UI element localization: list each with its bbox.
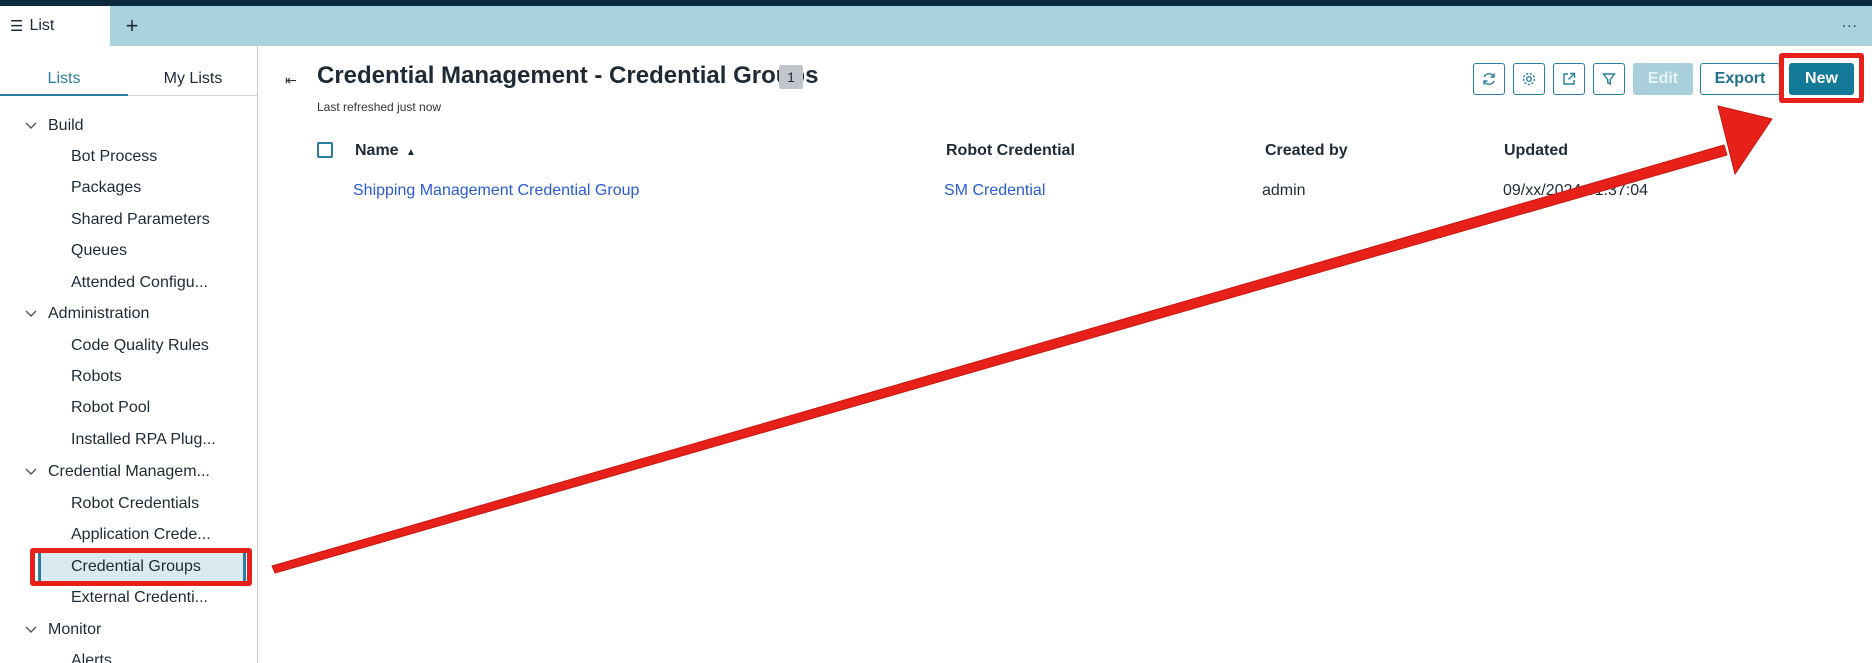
tree-item-robots[interactable]: Robots xyxy=(0,362,257,392)
table-header: Name ▲ Robot Credential Created by Updat… xyxy=(259,136,1872,166)
tab-my-lists[interactable]: My Lists xyxy=(128,66,257,96)
sidebar-tabs: Lists My Lists xyxy=(0,66,257,96)
tree-section-label: Credential Managem... xyxy=(48,463,210,480)
select-all-checkbox[interactable] xyxy=(317,142,333,158)
page-title: Credential Management - Credential Group… xyxy=(317,62,819,89)
tab-label: List xyxy=(29,17,55,34)
main-content: ⇤ Credential Management - Credential Gro… xyxy=(259,46,1872,663)
tab-lists[interactable]: Lists xyxy=(0,66,128,96)
tree-item-robot-credentials[interactable]: Robot Credentials xyxy=(0,489,257,519)
highlight-box-credential-groups xyxy=(30,548,252,586)
tree-item-packages[interactable]: Packages xyxy=(0,173,257,203)
column-label: Name xyxy=(355,142,399,159)
tree-item-shared-parameters[interactable]: Shared Parameters xyxy=(0,205,257,235)
highlight-box-new-button xyxy=(1779,53,1864,103)
tree-section-credential-management[interactable]: Credential Managem... xyxy=(0,457,257,487)
tab-bar xyxy=(0,6,1872,46)
column-header-created-by[interactable]: Created by xyxy=(1265,136,1348,166)
tree-item-code-quality-rules[interactable]: Code Quality Rules xyxy=(0,331,257,361)
tree-item-queues[interactable]: Queues xyxy=(0,236,257,266)
tree-item-external-credentials[interactable]: External Credenti... xyxy=(0,583,257,613)
tree-section-label: Monitor xyxy=(48,621,102,638)
tree-section-label: Administration xyxy=(48,305,150,322)
tree-section-administration[interactable]: Administration xyxy=(0,299,257,329)
share-button[interactable] xyxy=(1553,63,1585,95)
tree-item-robot-pool[interactable]: Robot Pool xyxy=(0,393,257,423)
edit-button[interactable]: Edit xyxy=(1633,63,1693,95)
chevron-down-icon xyxy=(25,626,37,633)
filter-icon xyxy=(1602,73,1616,86)
chevron-down-icon xyxy=(25,310,37,317)
column-header-name[interactable]: Name ▲ xyxy=(355,136,416,166)
tree-item-bot-process[interactable]: Bot Process xyxy=(0,142,257,172)
more-icon[interactable]: ... xyxy=(1842,14,1858,32)
table-row[interactable]: Shipping Management Credential Group SM … xyxy=(259,176,1872,206)
cell-name-link[interactable]: Shipping Management Credential Group xyxy=(353,176,639,206)
last-refreshed-text: Last refreshed just now xyxy=(317,100,442,114)
column-header-robot-credential[interactable]: Robot Credential xyxy=(946,136,1075,166)
tree-section-label: Build xyxy=(48,117,84,134)
tab-list[interactable]: ☰ List xyxy=(0,6,110,46)
cell-created-by: admin xyxy=(1262,182,1306,199)
filter-button[interactable] xyxy=(1593,63,1625,95)
count-badge: 1 xyxy=(779,65,803,89)
chevron-down-icon xyxy=(25,468,37,475)
column-header-updated[interactable]: Updated xyxy=(1504,136,1568,166)
add-tab-button[interactable]: + xyxy=(120,14,144,38)
sort-asc-icon: ▲ xyxy=(406,147,416,158)
chevron-down-icon xyxy=(25,122,37,129)
settings-icon xyxy=(1522,72,1536,86)
tree-item-installed-rpa-plugins[interactable]: Installed RPA Plug... xyxy=(0,425,257,455)
export-button[interactable]: Export xyxy=(1700,63,1780,95)
tree-section-build[interactable]: Build xyxy=(0,111,257,141)
tree-item-application-credentials[interactable]: Application Crede... xyxy=(0,520,257,550)
cell-updated: 09/xx/2024 01:37:04 xyxy=(1503,182,1649,199)
collapse-sidebar-icon[interactable]: ⇤ xyxy=(285,72,297,89)
tree-item-attended-configuration[interactable]: Attended Configu... xyxy=(0,268,257,298)
tree-item-alerts[interactable]: Alerts xyxy=(0,646,257,663)
hamburger-icon: ☰ xyxy=(10,18,24,35)
refresh-icon xyxy=(1483,73,1495,85)
settings-button[interactable] xyxy=(1513,63,1545,95)
tree-section-monitor[interactable]: Monitor xyxy=(0,615,257,645)
share-icon xyxy=(1563,72,1576,85)
refresh-button[interactable] xyxy=(1473,63,1505,95)
cell-robot-credential-link[interactable]: SM Credential xyxy=(944,176,1045,206)
